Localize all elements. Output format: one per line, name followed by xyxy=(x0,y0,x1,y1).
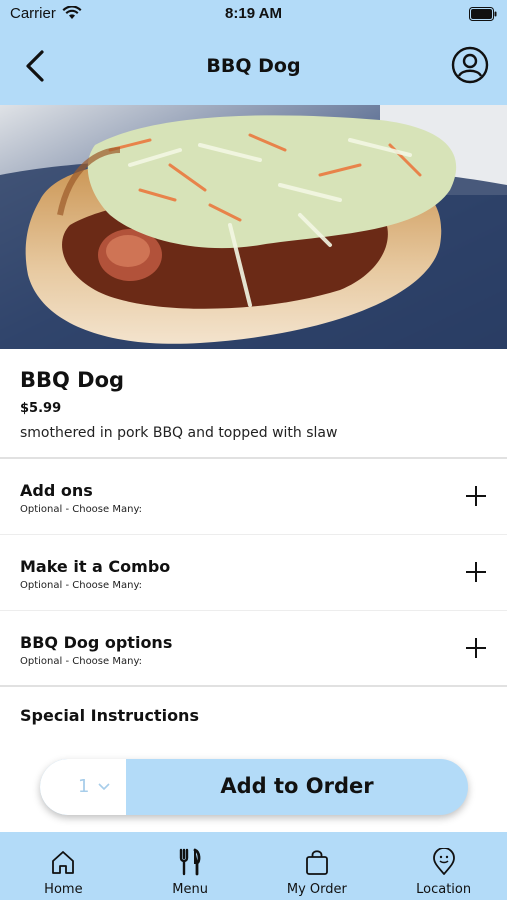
fork-knife-icon xyxy=(179,848,201,876)
option-subtitle: Optional - Choose Many: xyxy=(20,656,142,667)
tab-label: Location xyxy=(416,882,472,897)
home-icon xyxy=(52,851,75,874)
divider xyxy=(0,685,507,687)
tab-location[interactable]: Location xyxy=(380,832,507,900)
quantity-value: 1 xyxy=(78,776,90,797)
add-to-order-button[interactable]: Add to Order xyxy=(126,759,468,815)
tab-menu[interactable]: Menu xyxy=(127,832,254,900)
option-subtitle: Optional - Choose Many: xyxy=(20,580,142,591)
order-bar: 1 Add to Order xyxy=(40,759,468,815)
location-pin-icon xyxy=(432,848,455,875)
option-bbq-dog-options[interactable]: BBQ Dog options Optional - Choose Many: xyxy=(0,611,507,687)
item-photo xyxy=(0,105,507,349)
item-name: BBQ Dog xyxy=(20,368,125,392)
item-info: BBQ Dog $5.99 smothered in pork BBQ and … xyxy=(0,349,507,459)
option-title: Make it a Combo xyxy=(20,557,171,576)
tab-label: Menu xyxy=(172,882,208,897)
tab-bar: Home Menu My Order Location xyxy=(0,832,507,900)
battery-icon xyxy=(469,7,497,21)
quantity-selector[interactable]: 1 xyxy=(40,759,126,815)
tab-label: Home xyxy=(44,882,83,897)
chevron-down-icon xyxy=(98,783,110,791)
page-title: BBQ Dog xyxy=(206,55,301,77)
option-title: BBQ Dog options xyxy=(20,633,173,652)
nav-bar: BBQ Dog xyxy=(0,30,507,105)
option-add-ons[interactable]: Add ons Optional - Choose Many: xyxy=(0,459,507,535)
plus-icon[interactable] xyxy=(465,561,487,583)
status-time: 8:19 AM xyxy=(225,5,282,22)
user-profile-icon[interactable] xyxy=(451,46,489,84)
option-subtitle: Optional - Choose Many: xyxy=(20,504,142,515)
status-bar: Carrier 8:19 AM xyxy=(0,0,507,30)
tab-my-order[interactable]: My Order xyxy=(254,832,381,900)
add-to-order-label: Add to Order xyxy=(220,774,374,798)
option-title: Add ons xyxy=(20,481,93,500)
special-instructions-label[interactable]: Special Instructions xyxy=(20,706,199,725)
item-price: $5.99 xyxy=(20,401,62,416)
shopping-bag-icon xyxy=(305,850,328,875)
plus-icon[interactable] xyxy=(465,485,487,507)
option-make-it-a-combo[interactable]: Make it a Combo Optional - Choose Many: xyxy=(0,535,507,611)
plus-icon[interactable] xyxy=(465,637,487,659)
item-description: smothered in pork BBQ and topped with sl… xyxy=(20,425,338,441)
tab-label: My Order xyxy=(286,882,347,897)
tab-home[interactable]: Home xyxy=(0,832,127,900)
